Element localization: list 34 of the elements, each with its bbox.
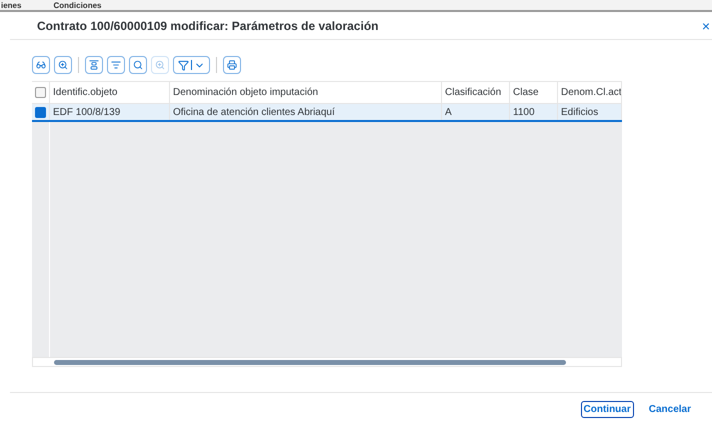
column-header[interactable]: Denominación objeto imputación (170, 82, 442, 103)
search-button[interactable] (129, 56, 147, 74)
print-button[interactable] (223, 56, 241, 74)
table-cell: EDF 100/8/139 (50, 104, 170, 120)
column-header[interactable]: Clase (510, 82, 558, 103)
glasses-icon (36, 60, 46, 70)
dialog-button[interactable]: Continuar (580, 401, 634, 418)
sort-up-button[interactable] (85, 56, 103, 74)
background-tab-label: Condiciones (53, 0, 102, 10)
filter-icon (178, 60, 189, 70)
row-selector[interactable] (35, 106, 46, 118)
background-tab-label: ienes (1, 0, 22, 10)
zoom-icon (155, 60, 165, 70)
zoom-button[interactable] (54, 56, 72, 74)
print-icon (227, 60, 237, 70)
column-header[interactable]: Identific.objeto (50, 82, 170, 103)
close-button[interactable]: × (702, 18, 710, 32)
sort-icon (89, 60, 99, 70)
lines-icon (111, 60, 121, 70)
column-header[interactable]: Clasificación (442, 82, 510, 103)
table-cell: A (442, 104, 510, 120)
dialog-button[interactable]: Cancelar (646, 401, 694, 418)
select-all-checkbox[interactable] (35, 87, 46, 98)
filter-menu-button[interactable] (173, 56, 210, 74)
sort-down-button[interactable] (107, 56, 125, 74)
table-cell: 1100 (510, 104, 558, 120)
search-icon (133, 60, 143, 70)
glasses-button[interactable] (32, 56, 50, 74)
scrollbar[interactable] (54, 360, 566, 364)
zoom-icon (58, 60, 68, 70)
table-cell: Edificios (558, 104, 622, 120)
table-cell: Oficina de atención clientes Abriaquí (170, 104, 442, 120)
table-row[interactable]: EDF 100/8/139 Oficina de atención clientes Abriaquí A 1100 Edificios (32, 104, 622, 122)
dialog-title: Contrato 100/60000109 modificar: Parámetros de valoración (37, 18, 378, 34)
